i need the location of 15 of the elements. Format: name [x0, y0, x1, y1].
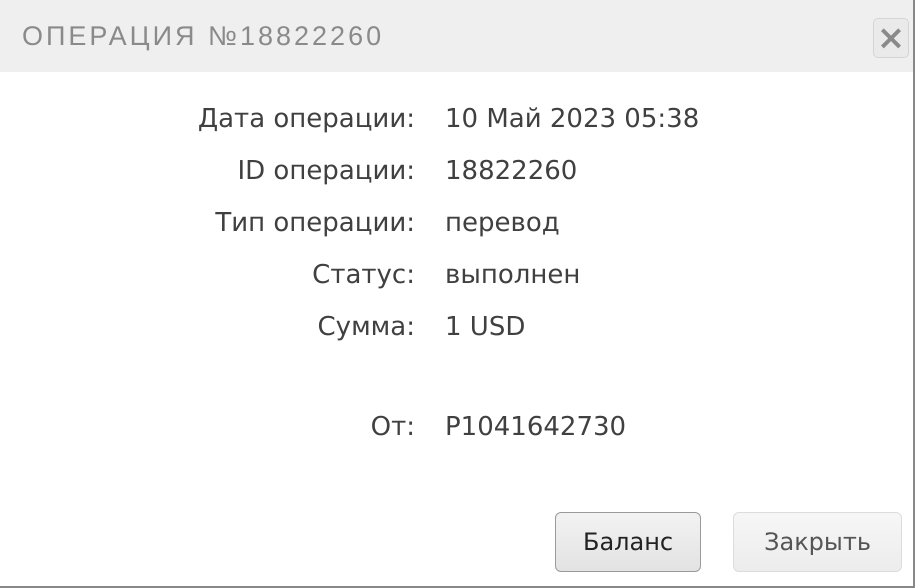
field-label: Статус:	[311, 259, 415, 292]
dialog-button[interactable]: Закрыть	[733, 512, 902, 572]
field-value: P1041642730	[445, 412, 626, 442]
field-value: выполнен	[445, 260, 580, 290]
field-label: ID операции:	[236, 155, 415, 188]
field-label: Дата операции:	[196, 103, 415, 136]
field-value: 10 Май 2023 05:38	[445, 104, 700, 134]
field-label: От:	[370, 411, 415, 444]
field-value: 18822260	[445, 156, 578, 186]
field-label: Тип операции:	[214, 207, 415, 240]
field-value: 1 USD	[445, 312, 526, 342]
dialog-title: ОПЕРАЦИЯ №18822260	[22, 20, 384, 52]
field-value: перевод	[445, 208, 560, 238]
field-label: Сумма:	[316, 311, 415, 344]
dialog-button[interactable]: Баланс	[554, 512, 702, 572]
